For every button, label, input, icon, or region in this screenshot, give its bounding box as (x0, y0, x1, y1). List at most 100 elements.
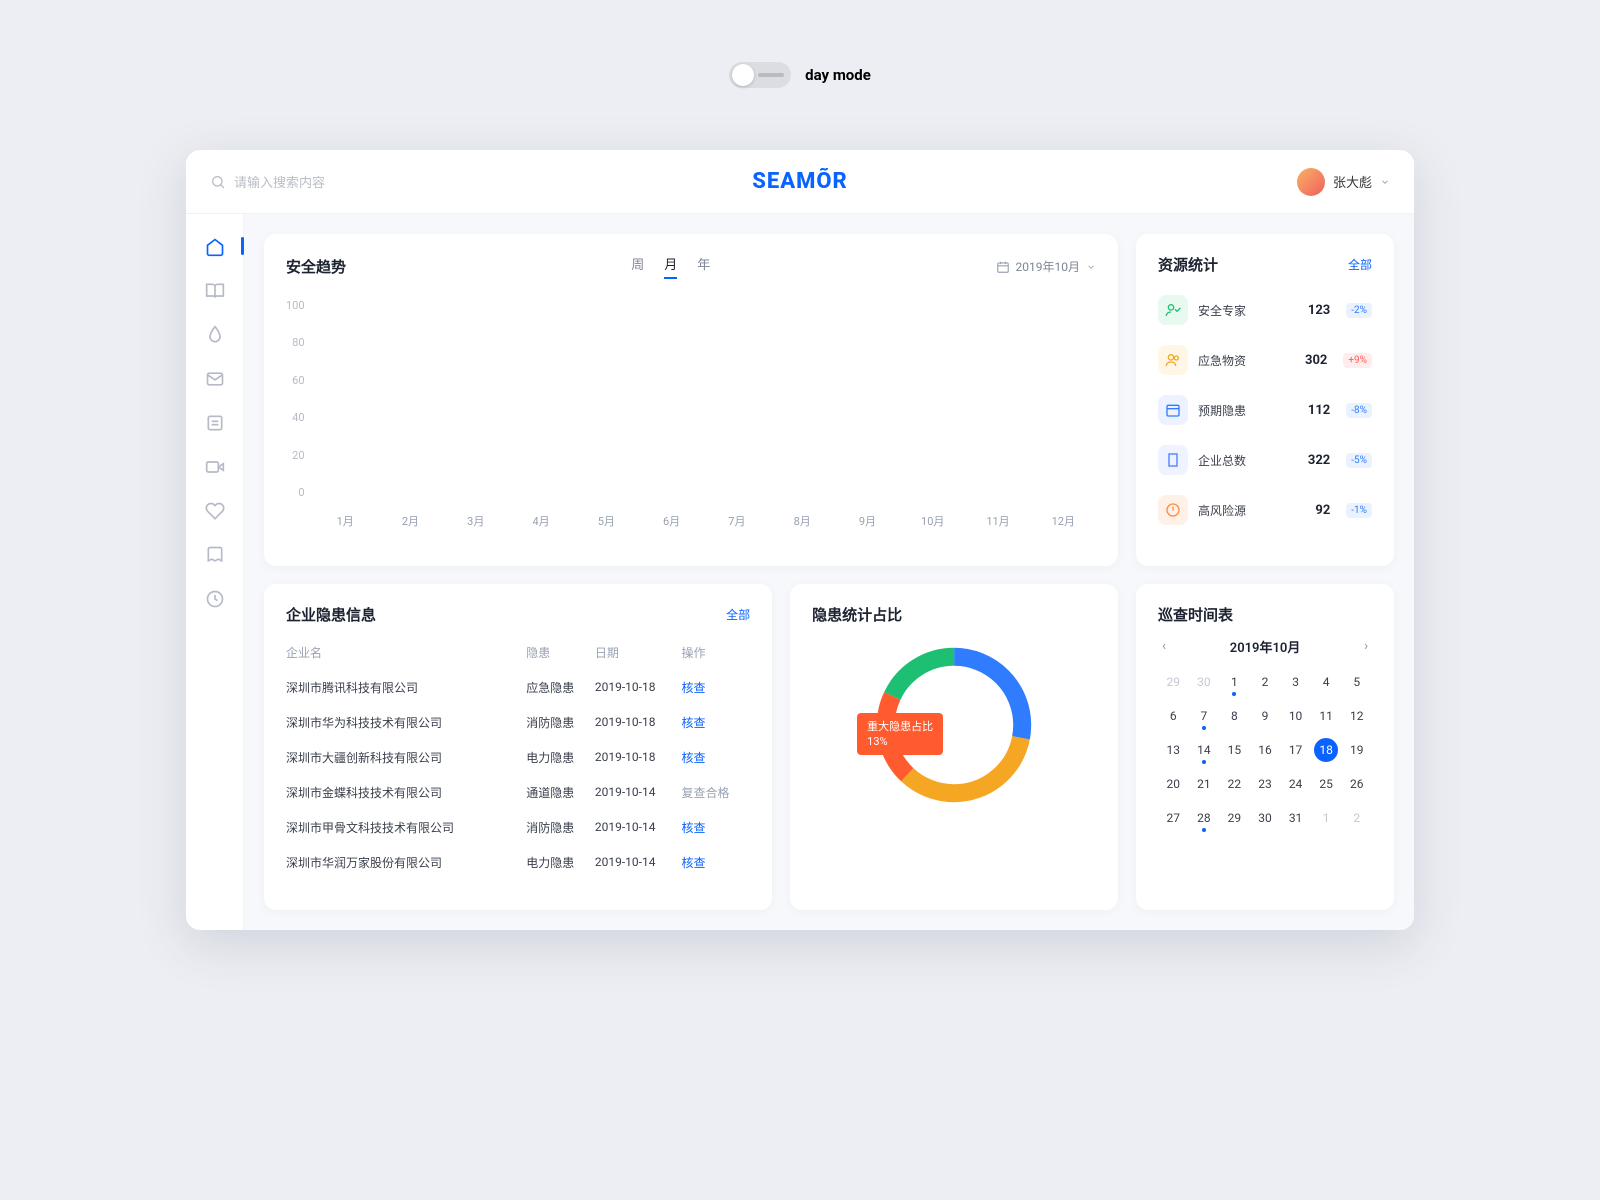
calendar-day[interactable]: 26 (1341, 770, 1372, 798)
table-row: 深圳市金蝶科技技术有限公司通道隐患2019-10-14复查合格 (286, 775, 750, 810)
search-placeholder: 请输入搜索内容 (234, 172, 325, 191)
sidebar-item-book[interactable] (204, 280, 226, 302)
chart-plot-area (313, 299, 1096, 499)
sidebar-item-drop[interactable] (204, 324, 226, 346)
table-row: 深圳市华为科技技术有限公司消防隐患2019-10-18核查 (286, 705, 750, 740)
calendar-day[interactable]: 7 (1189, 702, 1220, 730)
xtick: 1月 (313, 513, 378, 529)
mode-label: day mode (805, 66, 871, 84)
table-cell: 2019-10-18 (595, 740, 682, 775)
calendar-day[interactable]: 20 (1158, 770, 1189, 798)
range-tab-月[interactable]: 月 (664, 254, 677, 279)
table-cell: 2019-10-14 (595, 810, 682, 845)
calendar-day[interactable]: 3 (1280, 668, 1311, 696)
calendar-day[interactable]: 11 (1311, 702, 1342, 730)
calendar-day[interactable]: 30 (1189, 668, 1220, 696)
main-content: 安全趋势 周月年 2019年10月 100806040200 1月2月3月4月5… (244, 214, 1414, 930)
stat-label: 高风险源 (1198, 502, 1305, 519)
search-input[interactable]: 请输入搜索内容 (210, 172, 325, 191)
sidebar-item-mail[interactable] (204, 368, 226, 390)
user-name: 张大彪 (1333, 172, 1372, 191)
table-row: 深圳市腾讯科技有限公司应急隐患2019-10-18核查 (286, 670, 750, 705)
calendar-day[interactable]: 28 (1189, 804, 1220, 832)
sidebar-item-read[interactable] (204, 544, 226, 566)
calendar-day[interactable]: 5 (1341, 668, 1372, 696)
stat-delta: -2% (1346, 303, 1372, 318)
table-action[interactable]: 核查 (681, 810, 750, 845)
table-header: 企业名 (286, 635, 526, 670)
xtick: 8月 (770, 513, 835, 529)
user-menu[interactable]: 张大彪 (1297, 168, 1390, 196)
calendar-day[interactable]: 22 (1219, 770, 1250, 798)
calendar-day[interactable]: 15 (1219, 736, 1250, 764)
calendar-day[interactable]: 21 (1189, 770, 1220, 798)
calendar-day[interactable]: 25 (1311, 770, 1342, 798)
alert-icon (1158, 495, 1188, 525)
sidebar-item-heart[interactable] (204, 500, 226, 522)
calendar-day[interactable]: 1 (1311, 804, 1342, 832)
clock-icon (205, 589, 225, 609)
range-tab-周[interactable]: 周 (631, 254, 644, 279)
calendar-day[interactable]: 6 (1158, 702, 1189, 730)
table-action[interactable]: 核查 (681, 705, 750, 740)
stat-value: 112 (1308, 403, 1330, 418)
table-action[interactable]: 核查 (681, 670, 750, 705)
donut-callout-value: 13% (867, 734, 933, 749)
table-action: 复查合格 (681, 775, 750, 810)
stat-delta: +9% (1343, 353, 1372, 368)
calendar-day[interactable]: 19 (1341, 736, 1372, 764)
calendar-day[interactable]: 1 (1219, 668, 1250, 696)
stat-value: 322 (1308, 453, 1330, 468)
table-action[interactable]: 核查 (681, 740, 750, 775)
table-all-link[interactable]: 全部 (726, 606, 750, 623)
day-mode-toggle[interactable] (729, 62, 791, 88)
sidebar-item-video[interactable] (204, 456, 226, 478)
table-cell: 电力隐患 (526, 740, 595, 775)
user-check-icon (1158, 295, 1188, 325)
xtick: 3月 (443, 513, 508, 529)
calendar-day[interactable]: 16 (1250, 736, 1281, 764)
table-cell: 2019-10-14 (595, 845, 682, 880)
sidebar-item-list[interactable] (204, 412, 226, 434)
calendar-day[interactable]: 27 (1158, 804, 1189, 832)
calendar-day[interactable]: 18 (1314, 738, 1338, 762)
sidebar-item-clock[interactable] (204, 588, 226, 610)
stat-label: 应急物资 (1198, 352, 1295, 369)
xtick: 12月 (1031, 513, 1096, 529)
calendar-day[interactable]: 10 (1280, 702, 1311, 730)
calendar-day[interactable]: 9 (1250, 702, 1281, 730)
calendar-day[interactable]: 23 (1250, 770, 1281, 798)
stat-value: 302 (1305, 353, 1327, 368)
calendar-day[interactable]: 2 (1341, 804, 1372, 832)
calendar-day[interactable]: 31 (1280, 804, 1311, 832)
calendar-day[interactable]: 24 (1280, 770, 1311, 798)
calendar-day[interactable]: 4 (1311, 668, 1342, 696)
calendar-day[interactable]: 13 (1158, 736, 1189, 764)
calendar-day[interactable]: 29 (1219, 804, 1250, 832)
search-icon (210, 174, 226, 190)
table-cell: 应急隐患 (526, 670, 595, 705)
calendar-day[interactable]: 29 (1158, 668, 1189, 696)
calendar-day[interactable]: 30 (1250, 804, 1281, 832)
table-action[interactable]: 核查 (681, 845, 750, 880)
topbar: 请输入搜索内容 SEAMÕR 张大彪 (186, 150, 1414, 214)
calendar-day[interactable]: 17 (1280, 736, 1311, 764)
table-cell: 深圳市大疆创新科技有限公司 (286, 740, 526, 775)
brand-logo: SEAMÕR (752, 169, 848, 194)
calendar-next[interactable]: › (1360, 637, 1372, 656)
stat-row: 安全专家123-2% (1158, 285, 1372, 335)
calendar-day[interactable]: 2 (1250, 668, 1281, 696)
chart-title: 安全趋势 (286, 256, 346, 277)
range-tab-年[interactable]: 年 (697, 254, 710, 279)
calendar-month-label: 2019年10月 (1230, 637, 1301, 656)
calendar-prev[interactable]: ‹ (1158, 637, 1170, 656)
table-cell: 深圳市甲骨文科技技术有限公司 (286, 810, 526, 845)
date-picker[interactable]: 2019年10月 (996, 258, 1096, 275)
chevron-down-icon (1086, 262, 1096, 272)
sidebar-item-home[interactable] (204, 236, 226, 258)
calendar-day[interactable]: 8 (1219, 702, 1250, 730)
stats-all-link[interactable]: 全部 (1348, 256, 1372, 273)
calendar-day[interactable]: 14 (1189, 736, 1220, 764)
calendar-day[interactable]: 12 (1341, 702, 1372, 730)
table-cell: 深圳市华润万家股份有限公司 (286, 845, 526, 880)
